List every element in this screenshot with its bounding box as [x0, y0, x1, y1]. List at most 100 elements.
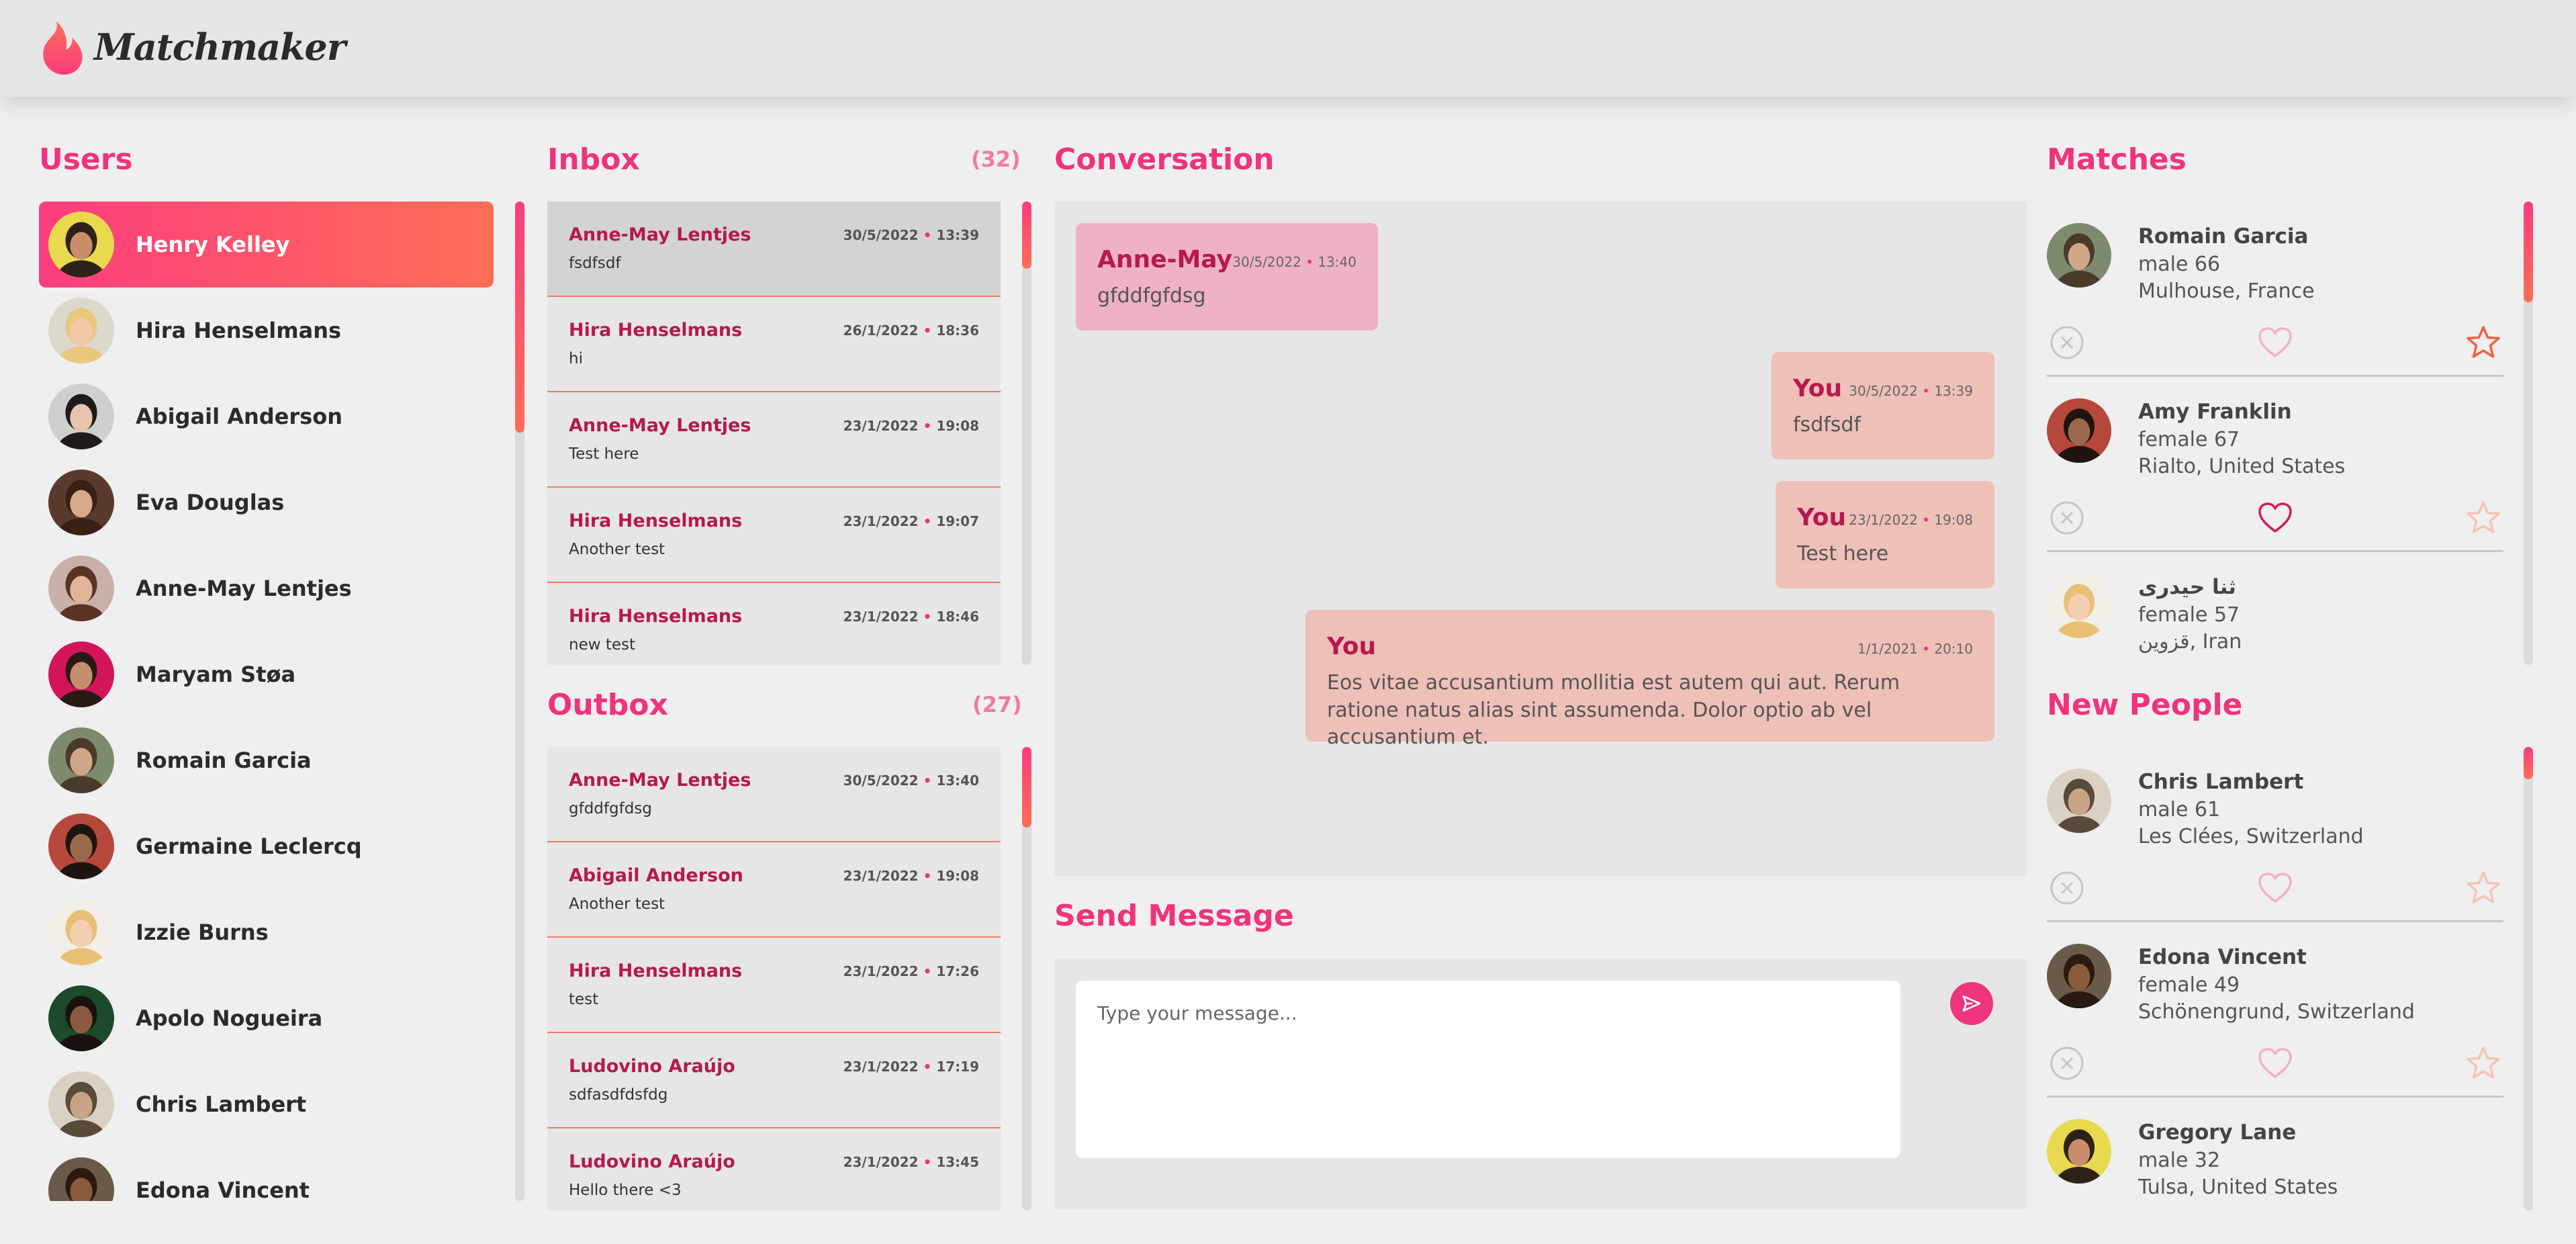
user-name: Edona Vincent: [136, 1178, 310, 1201]
message-bubble-sent: You 23/1/2022 • 19:08 Test here: [1776, 481, 1994, 588]
avatar: [48, 1071, 114, 1137]
avatar: [48, 727, 114, 793]
person-gender-age: female 49: [2138, 973, 2240, 997]
favorite-button[interactable]: [2463, 869, 2503, 909]
users-scrollbar[interactable]: [515, 202, 524, 1201]
message-timestamp: 23/1/2022 • 19:08: [843, 418, 979, 434]
person-card: Chris Lambert male 61 Les Clées, Switzer…: [2047, 747, 2503, 922]
message-list-item[interactable]: Hira Henselmans 23/1/2022 • 19:07 Anothe…: [547, 488, 1001, 583]
person-location: Rialto, United States: [2138, 455, 2346, 478]
user-item[interactable]: Abigail Anderson: [39, 373, 494, 459]
message-timestamp: 30/5/2022 • 13:39: [843, 227, 979, 243]
message-preview: Test here: [569, 445, 639, 463]
like-button[interactable]: [2255, 869, 2295, 909]
avatar: [48, 212, 114, 277]
users-scrollbar-thumb[interactable]: [515, 202, 524, 433]
avatar: [48, 985, 114, 1051]
user-name: Henry Kelley: [136, 232, 290, 257]
message-list-item[interactable]: Ludovino Araújo 23/1/2022 • 13:45 Hello …: [547, 1128, 1001, 1210]
reject-button[interactable]: [2047, 869, 2087, 909]
person-name: Gregory Lane: [2138, 1120, 2297, 1145]
app-title[interactable]: Matchmaker: [94, 26, 346, 69]
message-list-item[interactable]: Ludovino Araújo 23/1/2022 • 17:19 sdfasd…: [547, 1033, 1001, 1128]
user-item[interactable]: Germaine Leclercq: [39, 803, 494, 889]
message-timestamp: 23/1/2022 • 19:07: [843, 513, 979, 529]
user-item[interactable]: Maryam Støa: [39, 631, 494, 717]
message-timestamp: 23/1/2022 • 17:19: [843, 1059, 979, 1075]
users-title: Users: [39, 142, 133, 177]
avatar: [48, 813, 114, 879]
inbox-scrollbar-thumb[interactable]: [1022, 202, 1031, 269]
reject-button[interactable]: [2047, 499, 2087, 539]
outbox-scrollbar[interactable]: [1022, 747, 1031, 1210]
like-button[interactable]: [2255, 324, 2295, 364]
avatar: [48, 470, 114, 535]
inbox-list: Anne-May Lentjes 30/5/2022 • 13:39 fsdfs…: [547, 202, 1001, 665]
star-icon: [2465, 871, 2501, 908]
message-preview: hi: [569, 350, 583, 367]
new-people-scrollbar[interactable]: [2524, 747, 2533, 1210]
message-preview: test: [569, 991, 599, 1008]
person-name: Edona Vincent: [2138, 945, 2307, 969]
user-item[interactable]: Hira Henselmans: [39, 287, 494, 373]
message-list-item[interactable]: Anne-May Lentjes 23/1/2022 • 19:08 Test …: [547, 392, 1001, 488]
matches-scrollbar[interactable]: [2524, 202, 2533, 665]
user-item[interactable]: Izzie Burns: [39, 889, 494, 975]
new-people-scrollbar-thumb[interactable]: [2524, 747, 2533, 779]
user-name: Hira Henselmans: [136, 318, 342, 343]
message-preview: new test: [569, 636, 636, 654]
user-item[interactable]: Anne-May Lentjes: [39, 545, 494, 631]
user-item[interactable]: Henry Kelley: [39, 202, 494, 287]
message-bubble-sent: You 1/1/2021 • 20:10 Eos vitae accusanti…: [1305, 610, 1994, 749]
message-text: gfddfgfdsg: [1097, 284, 1206, 308]
send-message-panel: [1054, 959, 2027, 1209]
avatar: [2047, 768, 2111, 833]
person-card: Amy Franklin female 67 Rialto, United St…: [2047, 377, 2503, 552]
outbox-title: Outbox: [547, 688, 668, 722]
matches-scrollbar-thumb[interactable]: [2524, 202, 2533, 302]
user-item[interactable]: Edona Vincent: [39, 1147, 494, 1201]
favorite-button[interactable]: [2463, 324, 2503, 364]
message-list-item[interactable]: Hira Henselmans 26/1/2022 • 18:36 hi: [547, 297, 1001, 392]
message-input[interactable]: [1076, 981, 1900, 1158]
user-item[interactable]: Romain Garcia: [39, 717, 494, 803]
reject-button[interactable]: [2047, 1045, 2087, 1085]
outbox-scrollbar-thumb[interactable]: [1022, 747, 1031, 828]
avatar: [48, 641, 114, 707]
inbox-scrollbar[interactable]: [1022, 202, 1031, 665]
message-list-item[interactable]: Abigail Anderson 23/1/2022 • 19:08 Anoth…: [547, 842, 1001, 938]
message-timestamp: 23/1/2022 • 19:08: [1849, 512, 1973, 528]
message-timestamp: 26/1/2022 • 18:36: [843, 322, 979, 339]
avatar: [48, 384, 114, 449]
avatar: [2047, 223, 2111, 287]
message-list-item[interactable]: Anne-May Lentjes 30/5/2022 • 13:39 fsdfs…: [547, 202, 1001, 297]
reject-button[interactable]: [2047, 324, 2087, 364]
like-button[interactable]: [2255, 1045, 2295, 1085]
person-gender-age: male 61: [2138, 798, 2221, 821]
send-button[interactable]: [1950, 982, 1993, 1025]
message-timestamp: 23/1/2022 • 19:08: [843, 868, 979, 884]
person-location: Tulsa, United States: [2138, 1175, 2338, 1199]
inbox-title: Inbox: [547, 142, 640, 177]
person-location: Les Clées, Switzerland: [2138, 825, 2364, 848]
user-name: Abigail Anderson: [136, 404, 342, 429]
avatar: [48, 1157, 114, 1201]
message-list-item[interactable]: Hira Henselmans 23/1/2022 • 17:26 test: [547, 938, 1001, 1033]
message-preview: sdfasdfdsfdg: [569, 1086, 668, 1104]
message-list-item[interactable]: Anne-May Lentjes 30/5/2022 • 13:40 gfddf…: [547, 747, 1001, 842]
like-button[interactable]: [2255, 499, 2295, 539]
user-name: Anne-May Lentjes: [136, 576, 352, 601]
message-list-item[interactable]: Hira Henselmans 23/1/2022 • 18:46 new te…: [547, 583, 1001, 665]
message-preview: fsdfsdf: [569, 255, 621, 272]
message-text: Eos vitae accusantium mollitia est autem…: [1327, 671, 1900, 749]
matches-list: Romain Garcia male 66 Mulhouse, France A…: [2047, 202, 2503, 665]
conversation-panel: Anne-May 30/5/2022 • 13:40 gfddfgfdsg Yo…: [1054, 202, 2027, 876]
person-card: Romain Garcia male 66 Mulhouse, France: [2047, 202, 2503, 377]
user-item[interactable]: Chris Lambert: [39, 1061, 494, 1147]
favorite-button[interactable]: [2463, 499, 2503, 539]
user-item[interactable]: Eva Douglas: [39, 459, 494, 545]
outbox-list: Anne-May Lentjes 30/5/2022 • 13:40 gfddf…: [547, 747, 1001, 1210]
favorite-button[interactable]: [2463, 1045, 2503, 1085]
person-name: Chris Lambert: [2138, 770, 2304, 794]
user-item[interactable]: Apolo Nogueira: [39, 975, 494, 1061]
